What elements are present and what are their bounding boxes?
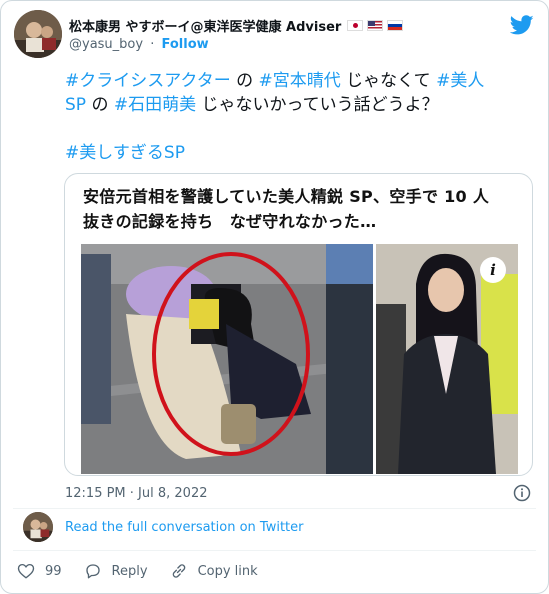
reply-button[interactable]: Reply [84,562,148,580]
embedded-tweet: 松本康男 やすボーイ@東洋医学健康 Adviser @yasu_boy · Fo… [0,0,549,594]
tweet-text-segment: じゃなくて [340,71,437,91]
timestamp-link[interactable]: 12:15 PM · Jul 8, 2022 [65,486,208,501]
user-handle[interactable]: @yasu_boy [69,37,143,52]
copy-link-label: Copy link [197,563,258,579]
follow-button[interactable]: Follow [162,37,209,52]
japan-flag-icon [347,19,364,31]
news-photo-scene [81,244,373,474]
avatar[interactable] [14,10,62,58]
hashtag-link[interactable]: #美しすぎるSP [65,141,185,165]
reply-label: Reply [111,563,148,579]
reply-bubble-icon [85,564,100,579]
news-photo-portrait: i [376,244,518,474]
small-avatar[interactable] [23,512,53,542]
copy-link-button[interactable]: Copy link [170,562,258,580]
divider [13,550,536,551]
display-name[interactable]: 松本康男 やすボーイ@東洋医学健康 Adviser [69,16,341,35]
tweet-text-segment: じゃないかっていう話どうよ？ [196,95,439,115]
twitter-bird-icon[interactable] [510,13,534,37]
divider [13,508,536,509]
link-icon [172,564,185,578]
usa-flag-icon [367,19,384,31]
separator: · [150,37,155,52]
tweet-line-1: #クライシスアクター の #宮本晴代 じゃなくて #美人 [65,69,535,93]
info-badge-icon[interactable]: i [480,257,506,283]
like-count: 99 [45,563,62,579]
read-conversation-link[interactable]: Read the full conversation on Twitter [65,520,303,535]
handle-row: @yasu_boy · Follow [69,37,209,52]
hashtag-link[interactable]: SP [65,95,86,115]
russia-flag-icon [387,19,404,31]
card-headline-line-1: 安倍元首相を警護していた美人精鋭 SP、空手で 10 人 [83,187,490,206]
info-circle-icon[interactable] [513,484,531,502]
hashtag-link[interactable]: #クライシスアクター [65,71,231,91]
tweet-actions: 99 Reply Copy link [17,562,280,580]
hashtag-link[interactable]: #宮本晴代 [259,71,341,91]
display-name-row[interactable]: 松本康男 やすボーイ@東洋医学健康 Adviser [69,15,404,35]
link-preview-card[interactable]: 安倍元首相を警護していた美人精鋭 SP、空手で 10 人 抜きの記録を持ち なぜ… [64,173,533,476]
hashtag-link[interactable]: #石田萌美 [114,95,196,115]
tweet-text: #クライシスアクター の #宮本晴代 じゃなくて #美人 SP の #石田萌美 … [65,69,535,117]
tweet-line-2: SP の #石田萌美 じゃないかっていう話どうよ？ [65,93,535,117]
tweet-text-segment: の [86,95,114,115]
like-button[interactable]: 99 [17,562,62,580]
hashtag-link[interactable]: #美人 [436,71,484,91]
card-headline[interactable]: 安倍元首相を警護していた美人精鋭 SP、空手で 10 人 抜きの記録を持ち なぜ… [83,184,513,234]
card-headline-line-2: 抜きの記録を持ち なぜ守れなかった… [83,212,377,231]
tweet-text-segment: の [230,71,259,91]
heart-icon [17,563,35,579]
